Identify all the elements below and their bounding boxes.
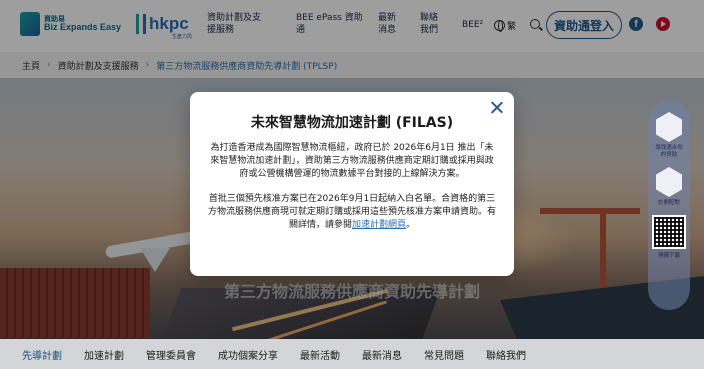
modal-paragraph-2: 首批三個預先核准方案已在2026年9月1日起納入白名單。合資格的第三方物流服務供… xyxy=(208,193,496,232)
qr-code-label: 掃碼下載 xyxy=(657,253,680,259)
announcement-modal: 未來智慧物流加速計劃 (FILAS) 為打造香港成為國際智慧物流樞紐，政府已於 … xyxy=(190,92,514,276)
close-icon[interactable] xyxy=(490,100,504,114)
funding-finder-icon[interactable] xyxy=(656,112,682,142)
floating-side-widget: 尋找適合你的資助 計劃配對 掃碼下載 xyxy=(648,100,690,310)
qr-code-icon[interactable] xyxy=(652,215,686,249)
programme-matching-icon[interactable] xyxy=(656,167,682,197)
modal-title: 未來智慧物流加速計劃 (FILAS) xyxy=(250,115,454,131)
modal-backdrop-bottom xyxy=(0,339,704,369)
funding-finder-label[interactable]: 尋找適合你的資助 xyxy=(654,145,684,159)
programme-matching-label[interactable]: 計劃配對 xyxy=(658,200,680,207)
modal-paragraph-2-end: 。 xyxy=(406,220,416,230)
modal-paragraph-1: 為打造香港成為國際智慧物流樞紐，政府已於 2026年6月1日 推出「未來智慧物流… xyxy=(210,143,494,179)
acceleration-scheme-link[interactable]: 加速計劃網頁 xyxy=(352,220,406,230)
